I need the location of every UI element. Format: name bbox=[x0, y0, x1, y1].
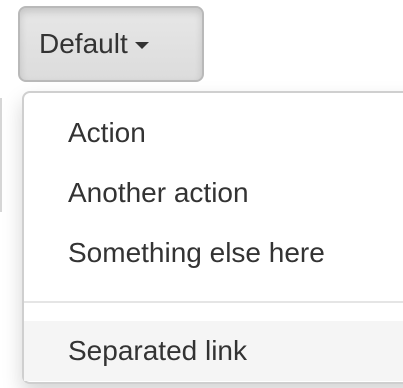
menu-item-separated-link[interactable]: Separated link bbox=[24, 321, 403, 381]
menu-item-something-else[interactable]: Something else here bbox=[24, 223, 403, 283]
menu-item-another-action[interactable]: Another action bbox=[24, 163, 403, 223]
dropdown-toggle-button[interactable]: Default bbox=[18, 6, 204, 82]
menu-item-action[interactable]: Action bbox=[24, 103, 403, 163]
dropdown-demo: Default Action Another action Something … bbox=[0, 0, 403, 388]
caret-down-icon bbox=[134, 42, 149, 49]
dropdown-toggle-label: Default bbox=[39, 28, 128, 59]
menu-divider bbox=[24, 301, 403, 303]
dropdown-menu: Action Another action Something else her… bbox=[22, 91, 403, 384]
container-edge bbox=[0, 98, 2, 212]
